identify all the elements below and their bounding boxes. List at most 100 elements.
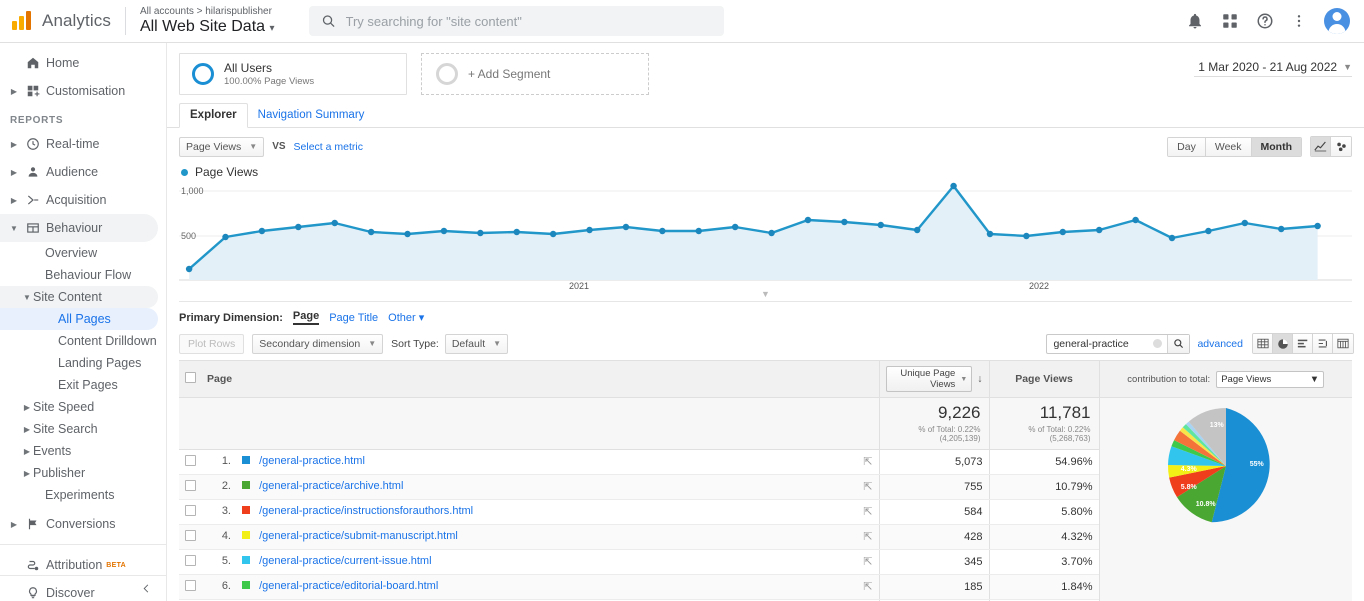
unique-page-views-select[interactable]: Unique Page Views ▼: [885, 366, 973, 392]
table-view-icon[interactable]: [1253, 334, 1273, 353]
row-page-link[interactable]: /general-practice/submit-manuscript.html: [259, 530, 458, 542]
tab-navigation-summary[interactable]: Navigation Summary: [248, 104, 375, 127]
column-header-page-views[interactable]: Page Views: [988, 360, 1099, 398]
select-a-metric-link[interactable]: Select a metric: [294, 141, 363, 153]
dimension-page-title[interactable]: Page Title: [329, 312, 378, 324]
sort-arrow-icon[interactable]: ↓: [977, 373, 982, 385]
sidebar-item-acquisition[interactable]: ▶ Acquisition: [0, 186, 166, 214]
sidebar-item-overview[interactable]: Overview: [0, 242, 166, 264]
totals-unique-page-views-cell: 9,226 % of Total: 0.22% (4,205,139): [878, 397, 989, 450]
advanced-link[interactable]: advanced: [1197, 338, 1243, 350]
row-checkbox-cell[interactable]: [179, 574, 201, 600]
clock-icon: [20, 137, 46, 151]
page-views-chart[interactable]: 1,000 500 2021 2022: [179, 181, 1353, 291]
contribution-pie-chart[interactable]: 55% 10.8% 5.8% 4.3% 13%: [1164, 404, 1288, 528]
secondary-dimension-select[interactable]: Secondary dimension ▼: [252, 333, 384, 354]
sidebar-item-site-speed[interactable]: ▶ Site Speed: [0, 396, 166, 418]
sidebar-item-landing-pages[interactable]: Landing Pages: [0, 352, 166, 374]
date-range-selector[interactable]: 1 Mar 2020 - 21 Aug 2022 ▼: [1194, 57, 1352, 77]
plot-rows-button[interactable]: Plot Rows: [179, 333, 245, 354]
pie-view-icon[interactable]: [1273, 334, 1293, 353]
row-checkbox[interactable]: [185, 504, 196, 516]
contribution-metric-select[interactable]: Page Views ▼: [1216, 370, 1325, 388]
row-checkbox[interactable]: [185, 454, 196, 466]
sidebar-collapse-button[interactable]: [0, 575, 166, 601]
row-page-link[interactable]: /general-practice/editorial-board.html: [259, 580, 438, 592]
sort-type-select[interactable]: Default ▼: [444, 333, 509, 354]
open-external-icon[interactable]: ⇱: [863, 505, 872, 518]
add-segment-button[interactable]: + Add Segment: [421, 53, 649, 95]
sidebar-item-audience[interactable]: ▶ Audience: [0, 158, 166, 186]
sidebar-item-label: Exit Pages: [58, 378, 118, 392]
row-checkbox[interactable]: [185, 479, 196, 491]
segment-all-users[interactable]: All Users 100.00% Page Views: [179, 53, 407, 95]
sidebar-item-conversions[interactable]: ▶ Conversions: [0, 510, 166, 538]
row-checkbox[interactable]: [185, 529, 196, 541]
sidebar-item-site-content[interactable]: ▼ Site Content: [0, 286, 158, 308]
row-checkbox-cell[interactable]: [179, 474, 201, 500]
avatar[interactable]: [1324, 8, 1350, 34]
clear-search-icon[interactable]: [1153, 339, 1163, 348]
sidebar-item-experiments[interactable]: Experiments: [0, 484, 166, 506]
search-submit-button[interactable]: [1167, 334, 1190, 353]
column-header-page[interactable]: Page: [201, 360, 879, 398]
sidebar-item-publisher[interactable]: ▶ Publisher: [0, 462, 166, 484]
more-options-icon[interactable]: [1291, 12, 1307, 30]
granularity-day-button[interactable]: Day: [1168, 137, 1206, 156]
open-external-icon[interactable]: ⇱: [863, 555, 872, 568]
header-divider: [124, 7, 126, 35]
help-icon[interactable]: [1256, 12, 1274, 30]
column-header-unique-page-views[interactable]: Unique Page Views ▼ ↓: [878, 360, 989, 398]
granularity-month-button[interactable]: Month: [1251, 137, 1301, 156]
notifications-bell-icon[interactable]: [1186, 12, 1204, 30]
line-chart-icon[interactable]: [1311, 137, 1331, 156]
sidebar-item-all-pages[interactable]: All Pages: [0, 308, 158, 330]
chevron-down-icon: ▼: [23, 292, 31, 302]
comparison-view-icon[interactable]: [1313, 334, 1333, 353]
sidebar-item-exit-pages[interactable]: Exit Pages: [0, 374, 166, 396]
row-checkbox-cell[interactable]: [179, 524, 201, 550]
row-unique-page-views: 345: [878, 549, 989, 575]
table-search[interactable]: [1046, 333, 1191, 354]
property-selector[interactable]: All accounts > hilarispublisher All Web …: [140, 6, 275, 36]
open-external-icon[interactable]: ⇱: [863, 455, 872, 468]
open-external-icon[interactable]: ⇱: [863, 530, 872, 543]
sidebar-item-events[interactable]: ▶ Events: [0, 440, 166, 462]
sidebar-item-content-drilldown[interactable]: Content Drilldown: [0, 330, 166, 352]
sidebar-item-home[interactable]: Home: [0, 49, 166, 77]
row-checkbox-cell[interactable]: [179, 499, 201, 525]
chart-resize-handle[interactable]: ▼: [167, 290, 1364, 301]
pivot-view-icon[interactable]: [1333, 334, 1353, 353]
scatter-chart-icon[interactable]: [1331, 137, 1351, 156]
metric-select[interactable]: Page Views ▼: [179, 136, 265, 157]
performance-view-icon[interactable]: [1293, 334, 1313, 353]
row-checkbox-cell[interactable]: [179, 549, 201, 575]
open-external-icon[interactable]: ⇱: [863, 480, 872, 493]
sidebar-item-behaviour[interactable]: ▼ Behaviour: [0, 214, 158, 242]
global-search[interactable]: [308, 6, 724, 36]
row-checkbox[interactable]: [185, 554, 196, 566]
row-page-link[interactable]: /general-practice.html: [259, 455, 365, 467]
row-page-link[interactable]: /general-practice/current-issue.html: [259, 555, 431, 567]
sidebar-item-customisation[interactable]: ▶ Customisation: [0, 77, 166, 105]
open-external-icon[interactable]: ⇱: [863, 580, 872, 593]
row-page-link[interactable]: /general-practice/archive.html: [259, 480, 403, 492]
dimension-other[interactable]: Other ▾: [388, 311, 424, 324]
select-all-header[interactable]: [179, 360, 201, 398]
apps-grid-icon[interactable]: [1221, 12, 1239, 30]
sidebar-item-behaviour-flow[interactable]: Behaviour Flow: [0, 264, 166, 286]
row-color-swatch: [242, 531, 251, 540]
search-input[interactable]: [345, 13, 712, 29]
row-checkbox[interactable]: [185, 579, 196, 591]
row-checkbox-cell[interactable]: [179, 449, 201, 475]
sidebar-item-site-search[interactable]: ▶ Site Search: [0, 418, 166, 440]
row-page-cell: 2. /general-practice/archive.html ⇱: [201, 474, 879, 500]
row-index: 4.: [221, 530, 231, 543]
table-search-input[interactable]: [1047, 337, 1154, 350]
sidebar-item-real-time[interactable]: ▶ Real-time: [0, 130, 166, 158]
row-page-link[interactable]: /general-practice/instructionsforauthors…: [259, 505, 473, 517]
granularity-week-button[interactable]: Week: [1205, 137, 1252, 156]
tab-explorer[interactable]: Explorer: [179, 103, 248, 128]
select-all-checkbox[interactable]: [185, 372, 196, 383]
dimension-page[interactable]: Page: [292, 310, 320, 325]
